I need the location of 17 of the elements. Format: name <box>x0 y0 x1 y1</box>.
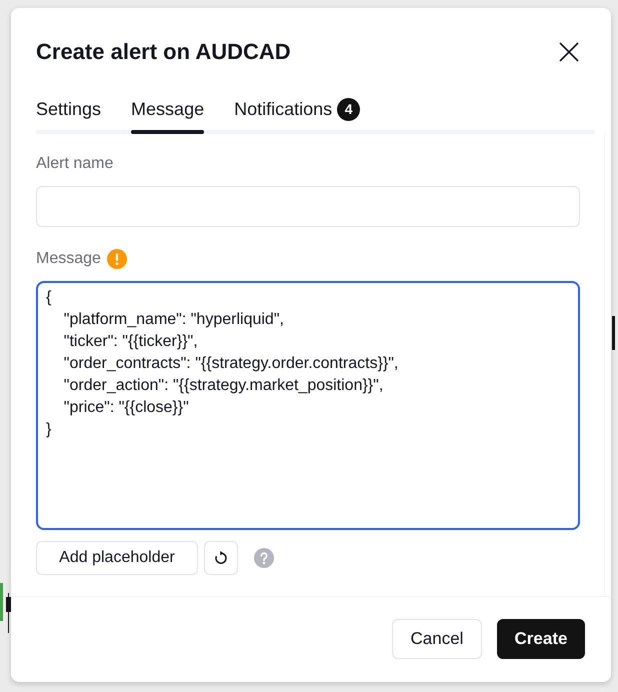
candlestick-drawing <box>612 316 615 350</box>
message-textarea[interactable]: { "platform_name": "hyperliquid", "ticker": "{{ticker}}", "order_contracts": "{{strategy.order.contracts}}", "order_action": "{{strategy.market_position}}", "price": "{{close}}" } <box>36 281 580 530</box>
tab[interactable]: Message <box>131 97 204 134</box>
candlestick-drawing <box>0 583 11 633</box>
add-placeholder-button[interactable]: Add placeholder <box>36 541 198 575</box>
close-icon <box>558 41 580 63</box>
cancel-button[interactable]: Cancel <box>392 619 482 659</box>
create-button[interactable]: Create <box>497 619 585 659</box>
tab[interactable]: Settings <box>36 97 102 134</box>
count-badge: 4 <box>337 98 360 120</box>
alert-name-input[interactable] <box>36 186 580 227</box>
reset-icon <box>214 551 228 565</box>
field-label: Alert name <box>36 154 114 174</box>
close-button[interactable] <box>557 40 581 64</box>
dialog-title: Create alert on AUDCAD <box>36 38 291 66</box>
field-label: Message <box>36 249 101 269</box>
reset-button[interactable] <box>204 541 238 575</box>
